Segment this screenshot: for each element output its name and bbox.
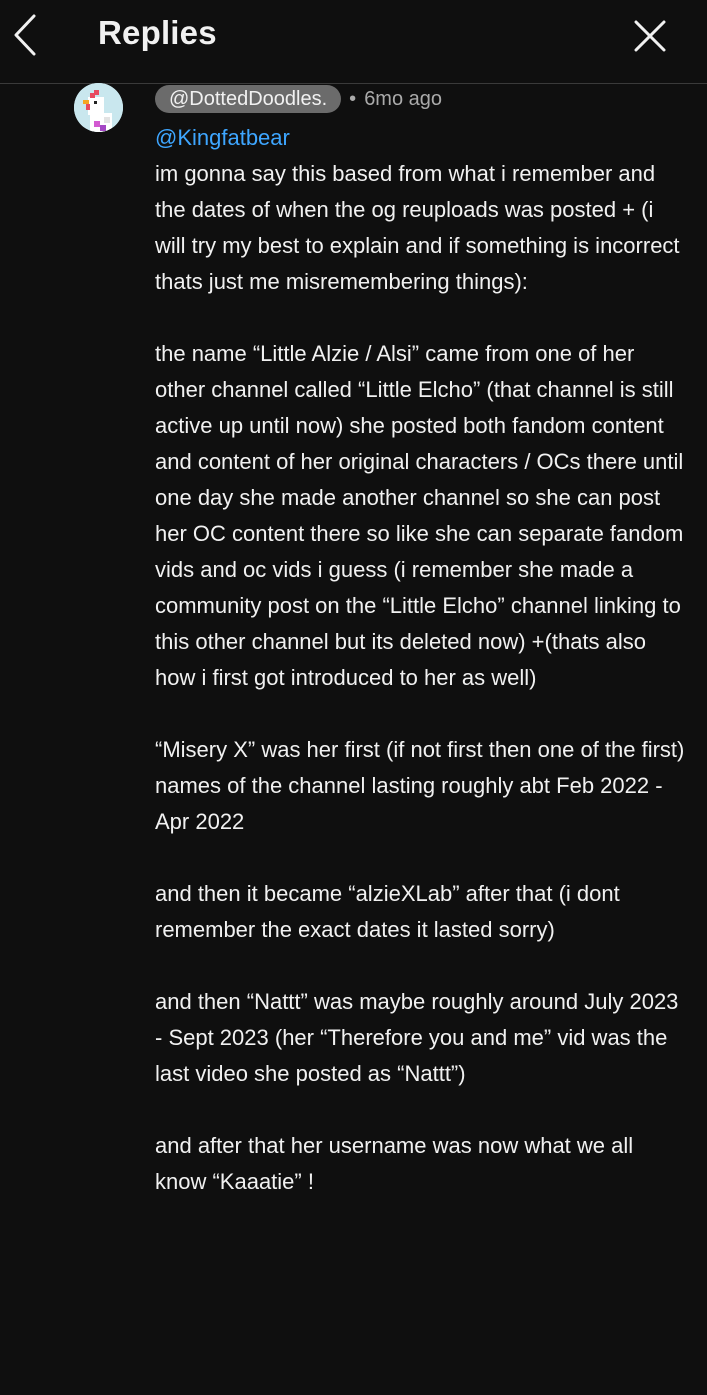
back-button[interactable] [10,12,44,58]
chicken-avatar [74,83,123,132]
page-title: Replies [98,14,217,51]
close-icon [634,20,666,52]
reply-paragraph: and then “Nattt” was maybe roughly aroun… [155,989,679,1086]
reply-body: @Kingfatbear im gonna say this based fro… [155,120,685,1200]
meta-separator: • [349,87,357,110]
replies-header: Replies [0,0,707,84]
timestamp: 6mo ago [364,87,443,110]
reply-paragraph: and then it became “alzieXLab” after tha… [155,881,620,942]
author-chip[interactable]: @DottedDoodles. [155,85,342,113]
back-chevron-icon [14,14,36,56]
reply-paragraph: im gonna say this based from what i reme… [155,161,680,294]
mention-link[interactable]: @Kingfatbear [155,120,685,156]
reply-paragraph: and after that her username was now what… [155,1133,634,1194]
reply-meta: @DottedDoodles. • 6mo ago [155,85,442,113]
reply-paragraph: “Misery X” was her first (if not first t… [155,737,685,834]
avatar[interactable] [74,83,123,132]
close-button[interactable] [630,16,670,56]
reply-paragraph: the name “Little Alzie / Alsi” came from… [155,341,684,690]
